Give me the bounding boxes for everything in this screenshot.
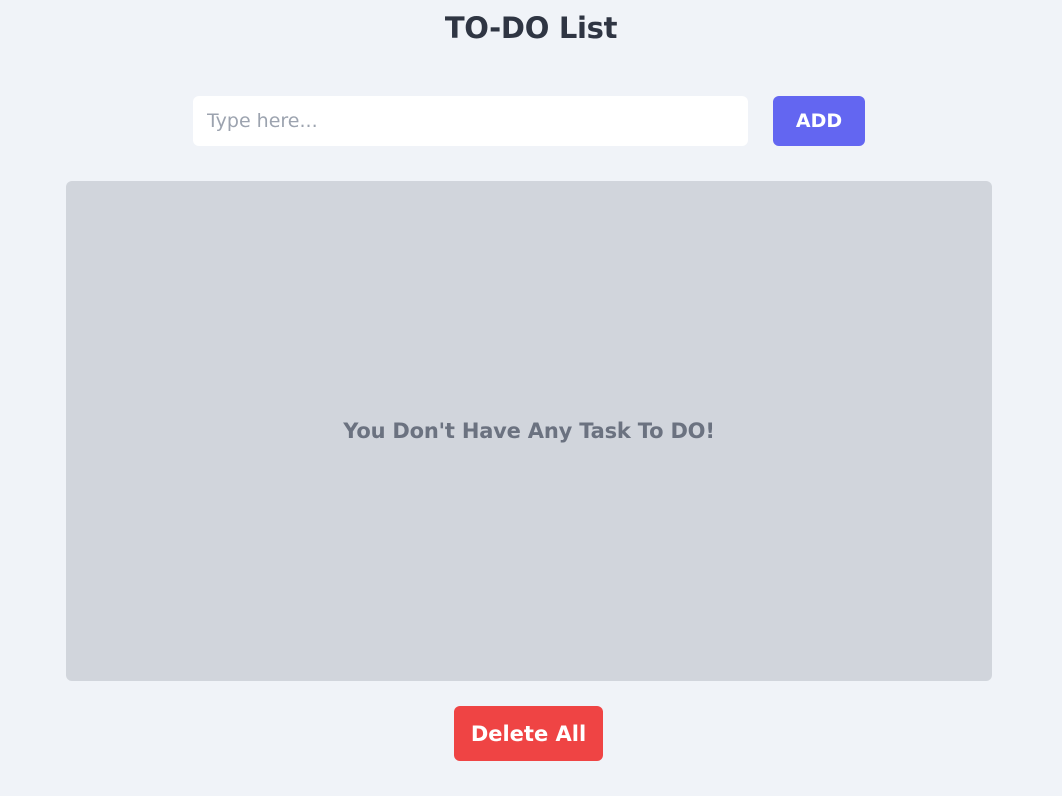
- task-input[interactable]: [193, 96, 748, 146]
- empty-state-message: You Don't Have Any Task To DO!: [343, 419, 715, 443]
- page-title: TO-DO List: [444, 11, 618, 45]
- delete-all-button[interactable]: Delete All: [454, 706, 603, 761]
- add-button[interactable]: ADD: [773, 96, 865, 146]
- task-list-panel: You Don't Have Any Task To DO!: [66, 181, 992, 681]
